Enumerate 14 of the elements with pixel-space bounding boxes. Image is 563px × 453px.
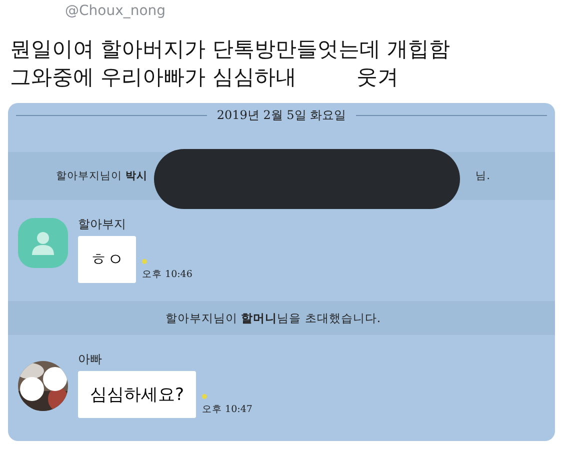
sender-name: 아빠 [78,351,103,368]
tweet-text: 웃겨 [356,64,398,91]
message-time: 오후 10:47 [202,403,252,416]
system-message: 할아부지님이 박시 [56,169,148,183]
date-divider: 2019년 2월 5일 화요일 [216,107,346,124]
message-bubble: ㅎㅇ [78,236,136,283]
system-message: 할아부지님이 할머니님을 초대했습니다. [166,310,380,326]
user-handle[interactable]: @Choux_nong [65,3,166,19]
message-bubble: 심심하세요? [78,371,196,418]
message-time: 오후 10:46 [142,268,192,281]
tweet-text: 그와중에 우리아빠가 심심하내 [10,64,296,91]
sender-name: 할아부지 [78,216,127,233]
tweet-text: 뭔일이여 할아버지가 단톡방만들엇는데 개힙함 [10,36,450,63]
system-message: 님. [476,169,490,183]
